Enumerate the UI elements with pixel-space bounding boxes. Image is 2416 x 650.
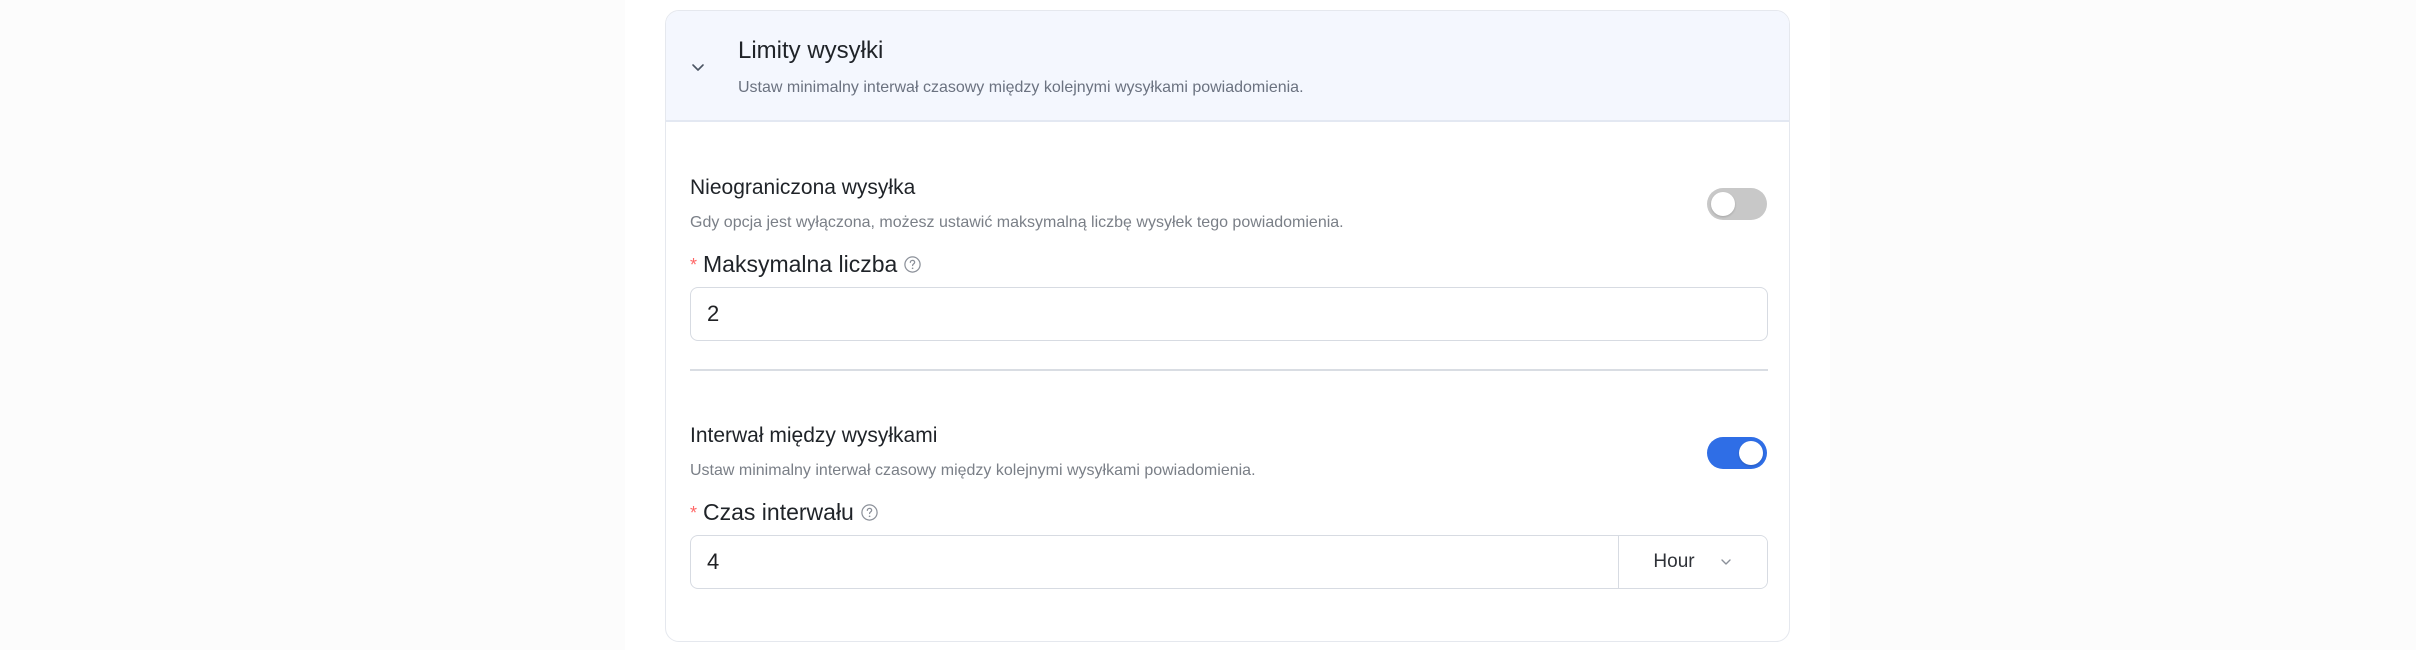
interval-time-label: * Czas interwału (690, 499, 879, 526)
interval-time-label-text: Czas interwału (703, 499, 854, 525)
help-circle-icon[interactable] (860, 503, 879, 522)
help-circle-icon[interactable] (903, 255, 922, 274)
max-count-label: * Maksymalna liczba (690, 251, 922, 278)
chevron-down-icon (1720, 559, 1731, 565)
required-marker: * (690, 502, 698, 523)
unlimited-sending-title: Nieograniczona wysyłka (690, 176, 916, 199)
max-count-input[interactable]: 2 (690, 287, 1768, 341)
sending-limits-card: Limity wysyłki Ustaw minimalny interwał … (665, 10, 1790, 642)
required-marker: * (690, 254, 698, 275)
interval-sending-title: Interwał między wysyłkami (690, 424, 938, 447)
unlimited-sending-description: Gdy opcja jest wyłączona, możesz ustawić… (690, 214, 1344, 231)
interval-sending-description: Ustaw minimalny interwał czasowy między … (690, 462, 1256, 479)
interval-sending-toggle[interactable] (1707, 437, 1767, 469)
card-subtitle: Ustaw minimalny interwał czasowy między … (738, 79, 1304, 96)
interval-unit-select[interactable]: Hour (1618, 536, 1767, 588)
interval-time-input[interactable]: 4 (691, 536, 1618, 588)
toggle-knob (1739, 441, 1763, 465)
chevron-down-icon[interactable] (689, 59, 707, 77)
interval-unit-value: Hour (1653, 551, 1695, 572)
unlimited-sending-toggle[interactable] (1707, 188, 1767, 220)
section-divider (690, 369, 1768, 371)
interval-time-input-group: 4 Hour (690, 535, 1768, 589)
card-title: Limity wysyłki (738, 37, 884, 64)
toggle-knob (1711, 192, 1735, 216)
max-count-label-text: Maksymalna liczba (703, 251, 898, 277)
card-header[interactable]: Limity wysyłki Ustaw minimalny interwał … (666, 11, 1789, 122)
